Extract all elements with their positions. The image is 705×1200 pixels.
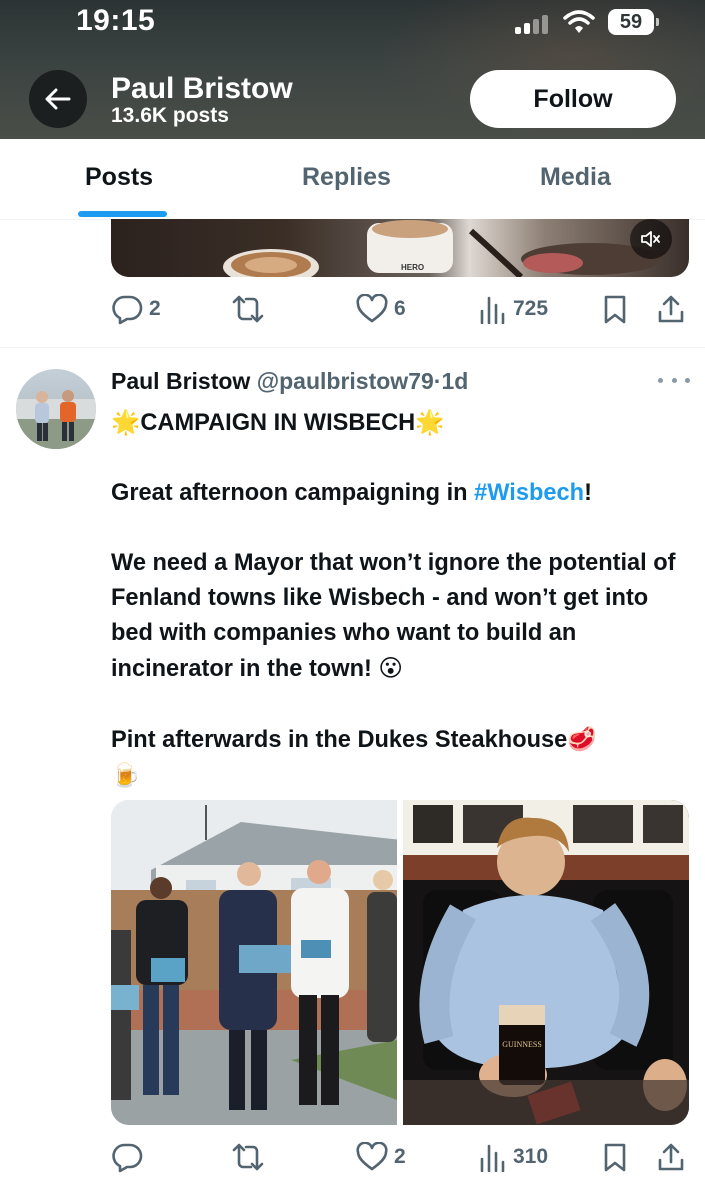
share-icon — [658, 295, 684, 323]
like-button[interactable]: 6 — [356, 289, 406, 329]
paragraph-1-text: Great afternoon campaigning in — [111, 480, 475, 506]
back-button[interactable] — [29, 70, 87, 128]
beer-emoji: 🍺 — [111, 761, 141, 789]
reply-button[interactable] — [111, 1137, 143, 1177]
steak-emoji: 🥩 — [567, 725, 597, 753]
star-emoji: 🌟 — [415, 408, 445, 436]
repost-button[interactable] — [231, 1137, 265, 1177]
reply-icon — [112, 295, 143, 325]
surprised-emoji: 😮 — [378, 654, 404, 682]
more-icon — [658, 377, 663, 383]
follow-button[interactable]: Follow — [470, 70, 676, 128]
like-button[interactable]: 2 — [356, 1137, 406, 1177]
tab-media[interactable]: Media — [540, 163, 611, 192]
like-icon — [356, 1142, 388, 1171]
like-icon — [356, 294, 388, 323]
tweet-title: CAMPAIGN IN WISBECH — [140, 410, 416, 436]
bookmark-icon — [604, 295, 626, 324]
views-button[interactable]: 725 — [479, 289, 548, 329]
profile-header: 19:15 59 Paul Bristow 13.6K posts Follow — [0, 0, 705, 139]
tweet-divider — [0, 347, 705, 348]
reply-count: 2 — [149, 297, 161, 320]
reply-icon — [112, 1143, 143, 1173]
profile-tabs: Posts Replies Media — [0, 139, 705, 220]
back-arrow-icon — [45, 88, 71, 110]
pub-photo[interactable]: GUINNESS — [403, 800, 689, 1125]
tweet-media-grid: GUINNESS — [111, 800, 689, 1125]
hashtag-link[interactable]: #Wisbech — [474, 480, 584, 506]
repost-icon — [232, 295, 264, 323]
share-button[interactable] — [657, 1137, 685, 1177]
mute-button[interactable] — [630, 219, 672, 259]
cup-brand-text: HERO — [401, 263, 425, 272]
more-options-button[interactable] — [658, 368, 690, 392]
tweet-header: Paul Bristow @paulbristow79·1d — [111, 368, 468, 395]
tweet-text: 🌟CAMPAIGN IN WISBECH🌟 Great afternoon ca… — [111, 405, 691, 794]
glass-text: GUINNESS — [502, 1040, 542, 1049]
repost-icon — [232, 1143, 264, 1171]
view-count: 310 — [513, 1145, 549, 1168]
repost-button[interactable] — [231, 289, 265, 329]
cellular-signal-icon — [515, 14, 555, 34]
share-button[interactable] — [657, 289, 685, 329]
views-button[interactable]: 310 — [479, 1137, 548, 1177]
bookmark-icon — [604, 1143, 626, 1172]
profile-post-count: 13.6K posts — [111, 104, 229, 127]
tweet-age[interactable]: 1d — [441, 368, 468, 394]
like-count: 2 — [394, 1145, 406, 1168]
tab-posts[interactable]: Posts — [85, 163, 153, 192]
tweet-actions: 2 310 — [111, 1137, 689, 1177]
wifi-icon — [563, 10, 595, 34]
share-icon — [658, 1143, 684, 1171]
author-handle[interactable]: @paulbristow79 — [257, 368, 434, 394]
bookmark-button[interactable] — [603, 1137, 627, 1177]
mute-icon — [641, 231, 660, 247]
views-icon — [480, 296, 505, 324]
previous-tweet-media[interactable]: HERO — [111, 219, 689, 277]
author-name[interactable]: Paul Bristow — [111, 368, 250, 394]
reply-button[interactable]: 2 — [111, 289, 161, 329]
profile-name: Paul Bristow — [111, 72, 293, 105]
campaign-photo[interactable] — [111, 800, 397, 1125]
bookmark-button[interactable] — [603, 289, 627, 329]
battery-indicator: 59 — [608, 9, 659, 35]
view-count: 725 — [513, 297, 549, 320]
like-count: 6 — [394, 297, 406, 320]
status-time: 19:15 — [76, 4, 156, 37]
views-icon — [480, 1144, 505, 1172]
tab-replies[interactable]: Replies — [302, 163, 391, 192]
star-emoji: 🌟 — [111, 408, 141, 436]
paragraph-1-end: ! — [584, 480, 592, 506]
previous-tweet-actions: 2 6 725 — [111, 289, 689, 329]
active-tab-indicator — [78, 211, 167, 217]
avatar[interactable] — [16, 369, 96, 449]
paragraph-3-text: Pint afterwards in the Dukes Steakhouse — [111, 727, 568, 753]
